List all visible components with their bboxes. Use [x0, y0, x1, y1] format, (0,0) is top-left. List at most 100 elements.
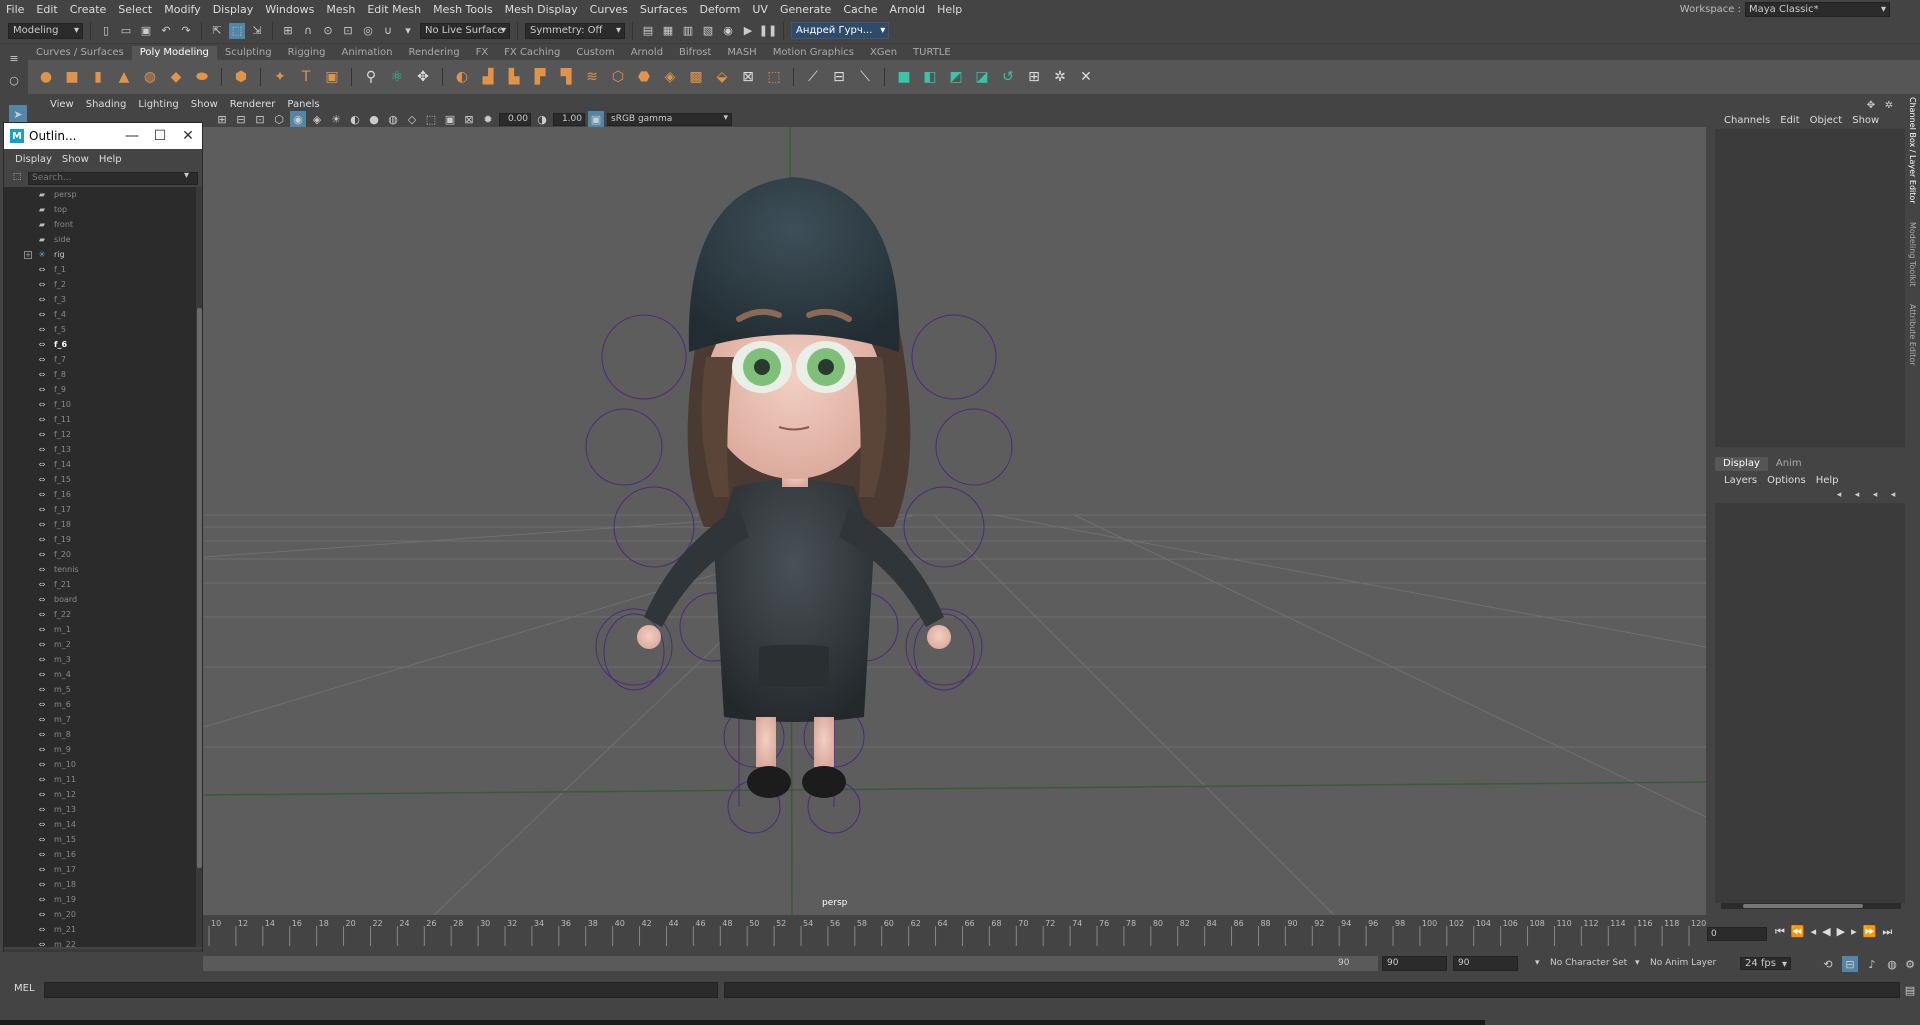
fps-dropdown[interactable]: 24 fps [1740, 957, 1791, 970]
color-management-icon[interactable]: ▣ [588, 111, 604, 127]
viewport-menu-lighting[interactable]: Lighting [132, 99, 184, 110]
outliner-row[interactable]: ⇔ f_2 [4, 277, 196, 292]
textured-icon[interactable]: ◈ [309, 111, 325, 127]
channel-menu-channels[interactable]: Channels [1719, 115, 1775, 126]
time-slider[interactable]: 10 12 14 16 18 20 22 24 26 28 30 32 34 36 38 40 42 44 46 48… [203, 918, 1706, 948]
play-back-icon[interactable]: ◀ [1822, 925, 1830, 939]
menu-edit[interactable]: Edit [30, 3, 63, 16]
user-account-button[interactable]: Андрей Гурч... [791, 22, 890, 39]
automatic-uv-icon[interactable]: ◪ [972, 67, 992, 87]
close-icon[interactable]: ✕ [174, 128, 202, 144]
expand-icon[interactable]: + [24, 250, 32, 259]
platonic-solid-icon[interactable]: ⬢ [231, 67, 251, 87]
outliner-row[interactable]: ▰ persp [4, 187, 196, 202]
render-frame-icon[interactable]: ▦ [660, 23, 676, 39]
save-scene-icon[interactable]: ▣ [138, 23, 154, 39]
arnold-render-icon[interactable]: ▶ [740, 23, 756, 39]
shelf-tab-rendering[interactable]: Rendering [400, 46, 467, 60]
workspace-dropdown[interactable]: Maya Classic* [1745, 1, 1890, 17]
menu-mesh-display[interactable]: Mesh Display [499, 3, 584, 16]
menu-mesh-tools[interactable]: Mesh Tools [427, 3, 499, 16]
play-forward-icon[interactable]: ▶ [1837, 925, 1845, 939]
channel-menu-show[interactable]: Show [1847, 115, 1884, 126]
menu-edit-mesh[interactable]: Edit Mesh [361, 3, 427, 16]
outliner-row[interactable]: ⇔ m_19 [4, 892, 196, 907]
uv-layout-icon[interactable]: ⊞ [1024, 67, 1044, 87]
viewport-menu-panels[interactable]: Panels [281, 99, 325, 110]
bevel-icon[interactable]: ⊠ [738, 67, 758, 87]
delete-history-icon[interactable]: ✕ [1076, 67, 1096, 87]
outliner-row[interactable]: ⇔ m_12 [4, 787, 196, 802]
separate-icon[interactable]: ▟ [478, 67, 498, 87]
outliner-row[interactable]: ⇔ f_6 [4, 337, 196, 352]
menu-display[interactable]: Display [207, 3, 260, 16]
magnet-icon[interactable]: ∪ [380, 23, 396, 39]
snap-surface-icon[interactable]: ◎ [360, 23, 376, 39]
layer-editor-area[interactable] [1715, 503, 1905, 903]
outliner-menu-display[interactable]: Display [10, 154, 57, 165]
retopo-icon[interactable]: ⬣ [634, 67, 654, 87]
ipr-render-icon[interactable]: ▥ [680, 23, 696, 39]
snap-point-icon[interactable]: ⊙ [320, 23, 336, 39]
outliner-row[interactable]: + ✳ rig [4, 247, 196, 262]
animation-end-field[interactable]: 90 [1453, 956, 1518, 971]
new-layer-icon[interactable]: ◂ [1867, 487, 1883, 503]
wireframe-icon[interactable]: ⬡ [271, 111, 287, 127]
poly-disc-icon[interactable]: ⬬ [192, 67, 212, 87]
channel-box-area[interactable] [1715, 129, 1905, 447]
open-scene-icon[interactable]: ▭ [118, 23, 134, 39]
loop-icon[interactable]: ⟲ [1820, 956, 1836, 972]
new-layer-selected-icon[interactable]: ◂ [1885, 487, 1901, 503]
pin-icon[interactable]: ✥ [1863, 97, 1879, 113]
layer-tab-display[interactable]: Display [1715, 457, 1768, 471]
sound-icon[interactable]: ♪ [1864, 956, 1880, 972]
outliner-row[interactable]: ⇔ f_22 [4, 607, 196, 622]
outliner-row[interactable]: ⇔ m_8 [4, 727, 196, 742]
shelf-tab-fx-caching[interactable]: FX Caching [496, 46, 568, 60]
viewport-menu-renderer[interactable]: Renderer [224, 99, 282, 110]
outliner-row[interactable]: ⇔ m_6 [4, 697, 196, 712]
smooth-shade-icon[interactable]: ◉ [290, 111, 306, 127]
side-tab-modeling-toolkit[interactable]: Modeling Toolkit [1908, 222, 1917, 286]
shelf-tab-xgen[interactable]: XGen [862, 46, 905, 60]
outliner-row[interactable]: ▰ front [4, 217, 196, 232]
outliner-row[interactable]: ⇔ m_16 [4, 847, 196, 862]
gamma-icon[interactable]: ◑ [534, 111, 550, 127]
step-back-icon[interactable]: ◂ [1811, 925, 1817, 939]
undo-icon[interactable]: ↶ [158, 23, 174, 39]
character-set-dropdown[interactable]: No Character Set [1550, 956, 1627, 971]
command-input[interactable] [44, 982, 718, 998]
poly-cone-icon[interactable]: ▲ [114, 67, 134, 87]
uv-editor-icon[interactable]: ✲ [1050, 67, 1070, 87]
select-component-icon[interactable]: ⇲ [249, 23, 265, 39]
xray-joints-icon[interactable]: ⊠ [461, 111, 477, 127]
new-scene-icon[interactable]: ▯ [98, 23, 114, 39]
symmetry-dropdown[interactable]: Symmetry: Off [525, 22, 625, 39]
shelf-tab-curves-surfaces[interactable]: Curves / Surfaces [28, 46, 132, 60]
outliner-menu-show[interactable]: Show [57, 154, 94, 165]
shelf-menu-icon[interactable]: ≡ [6, 50, 22, 66]
view-transform-dropdown[interactable]: sRGB gamma [607, 112, 732, 126]
outliner-search-input[interactable]: Search... [28, 172, 198, 185]
settings-icon[interactable]: ✲ [1881, 97, 1897, 113]
outliner-row[interactable]: ⇔ tennis [4, 562, 196, 577]
select-tool-icon[interactable]: ➤ [9, 105, 27, 123]
step-forward-icon[interactable]: ▸ [1851, 925, 1857, 939]
viewport-menu-view[interactable]: View [44, 99, 80, 110]
mirror-icon[interactable]: ⚛ [387, 67, 407, 87]
outliner-row[interactable]: ⇔ f_9 [4, 382, 196, 397]
remesh-icon[interactable]: ⬡ [608, 67, 628, 87]
exposure-icon[interactable]: ✹ [480, 111, 496, 127]
isolate-select-icon[interactable]: ⬚ [423, 111, 439, 127]
anim-layer-dropdown[interactable]: No Anim Layer [1650, 956, 1716, 971]
playback-end-field[interactable]: 90 [1382, 956, 1447, 971]
combine-icon[interactable]: ◐ [452, 67, 472, 87]
anim-prefs-icon[interactable]: ◍ [1884, 956, 1900, 972]
shelf-tab-arnold[interactable]: Arnold [623, 46, 671, 60]
shelf-tab-rigging[interactable]: Rigging [280, 46, 334, 60]
outliner-row[interactable]: ⇔ m_14 [4, 817, 196, 832]
layer-hscroll-thumb[interactable] [1743, 904, 1863, 908]
outliner-vscroll-thumb[interactable] [197, 308, 202, 868]
fill-hole-icon[interactable]: ◈ [660, 67, 680, 87]
chevron-down-icon[interactable]: ▾ [400, 23, 416, 39]
